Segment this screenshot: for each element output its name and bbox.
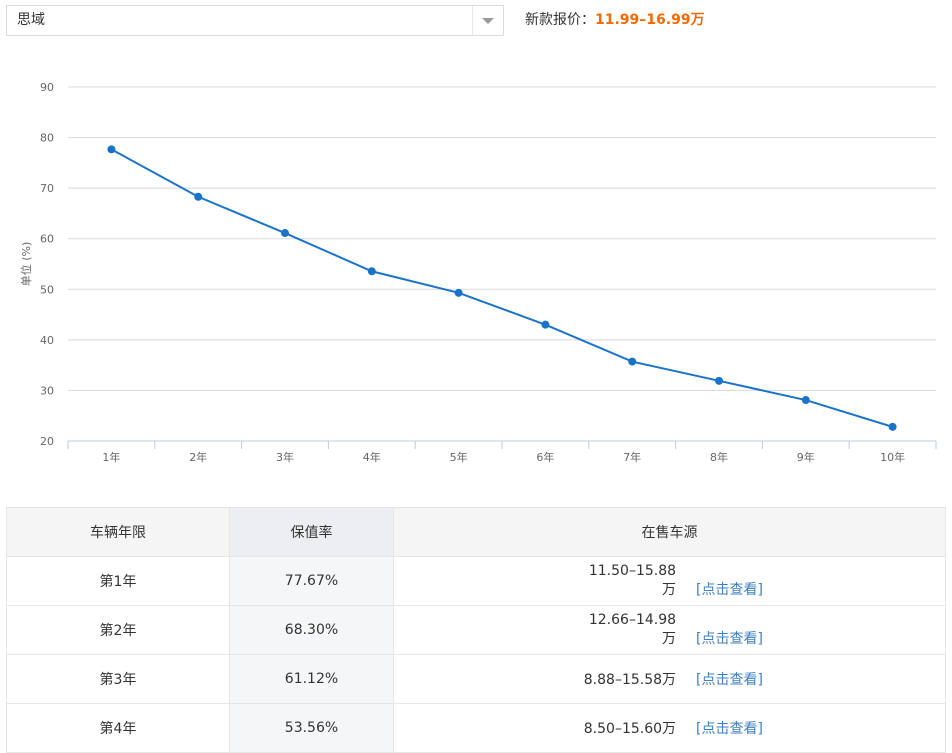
table-row: 第1年 77.67% 11.50–15.88万 [点击查看]	[6, 556, 946, 606]
table-row: 第4年 53.56% 8.50–15.60万 [点击查看]	[6, 703, 946, 753]
header-rate: 保值率	[229, 507, 394, 557]
header-year: 车辆年限	[6, 507, 230, 557]
x-tick-label: 3年	[276, 450, 294, 464]
view-listings-link[interactable]: [点击查看]	[696, 631, 763, 647]
view-listings-link[interactable]: [点击查看]	[696, 672, 763, 688]
data-point	[801, 396, 810, 405]
y-tick-label: 30	[40, 384, 54, 397]
row-rate: 68.30%	[229, 605, 394, 655]
retention-table: 车辆年限 保值率 在售车源 第1年 77.67% 11.50–15.88万 [点击…	[6, 507, 946, 753]
x-tick-label: 1年	[102, 450, 120, 464]
x-tick-label: 10年	[880, 450, 905, 464]
x-tick-label: 5年	[450, 450, 468, 464]
y-tick-label: 80	[40, 132, 54, 145]
view-listings-link[interactable]: [点击查看]	[696, 721, 763, 737]
y-tick-label: 20	[40, 435, 54, 448]
retention-line-chart: 20 30 40 50 60 70 80 90 1年 2年 3年 4年 5年 6年 7年 8年 9年 10年 单位 …	[19, 81, 937, 464]
x-tick-label: 9年	[797, 450, 815, 464]
data-point	[888, 422, 897, 431]
row-year: 第3年	[6, 654, 230, 704]
y-axis-label: 单位 (%)	[19, 242, 33, 287]
header-listings: 在售车源	[393, 507, 946, 557]
new-price-value: 11.99–16.99万	[595, 12, 705, 28]
new-price: 新款报价：11.99–16.99万	[525, 5, 705, 36]
row-price-range: 11.50–15.88万	[588, 563, 677, 598]
row-listings: 11.50–15.88万 [点击查看]	[393, 556, 946, 606]
data-point	[107, 145, 116, 154]
model-select-value: 思域	[17, 12, 45, 28]
row-price-range: 8.50–15.60万	[583, 721, 677, 737]
data-point	[367, 267, 376, 276]
x-tick-label: 6年	[536, 450, 554, 464]
x-tick-label: 8年	[710, 450, 728, 464]
row-listings: 12.66–14.98万 [点击查看]	[393, 605, 946, 655]
model-select[interactable]: 思域	[6, 5, 504, 36]
x-tick-label: 7年	[623, 450, 641, 464]
y-tick-label: 50	[40, 283, 54, 296]
row-year: 第4年	[6, 703, 230, 753]
y-tick-label: 90	[40, 81, 54, 94]
data-point	[454, 288, 463, 297]
row-price-range: 12.66–14.98万	[588, 612, 677, 647]
data-point	[628, 357, 637, 366]
row-listings: 8.88–15.58万 [点击查看]	[393, 654, 946, 704]
row-rate: 53.56%	[229, 703, 394, 753]
data-point	[715, 376, 723, 385]
row-year: 第1年	[6, 556, 230, 606]
series-line	[110, 148, 893, 428]
y-tick-label: 70	[40, 182, 54, 195]
y-tick-label: 40	[40, 334, 54, 347]
data-point	[281, 229, 289, 238]
y-tick-label: 60	[40, 233, 54, 246]
view-listings-link[interactable]: [点击查看]	[696, 582, 763, 598]
x-tick-label: 2年	[189, 450, 207, 464]
table-row: 第3年 61.12% 8.88–15.58万 [点击查看]	[6, 654, 946, 704]
row-year: 第2年	[6, 605, 230, 655]
chevron-down-icon[interactable]	[472, 6, 503, 35]
row-rate: 61.12%	[229, 654, 394, 704]
row-listings: 8.50–15.60万 [点击查看]	[393, 703, 946, 753]
data-point	[194, 192, 203, 201]
data-point	[541, 320, 550, 329]
table-header-row: 车辆年限 保值率 在售车源	[6, 507, 946, 557]
x-tick-label: 4年	[363, 450, 381, 464]
new-price-label: 新款报价：	[525, 12, 595, 28]
row-price-range: 8.88–15.58万	[583, 672, 677, 688]
row-rate: 77.67%	[229, 556, 394, 606]
table-row: 第2年 68.30% 12.66–14.98万 [点击查看]	[6, 605, 946, 655]
